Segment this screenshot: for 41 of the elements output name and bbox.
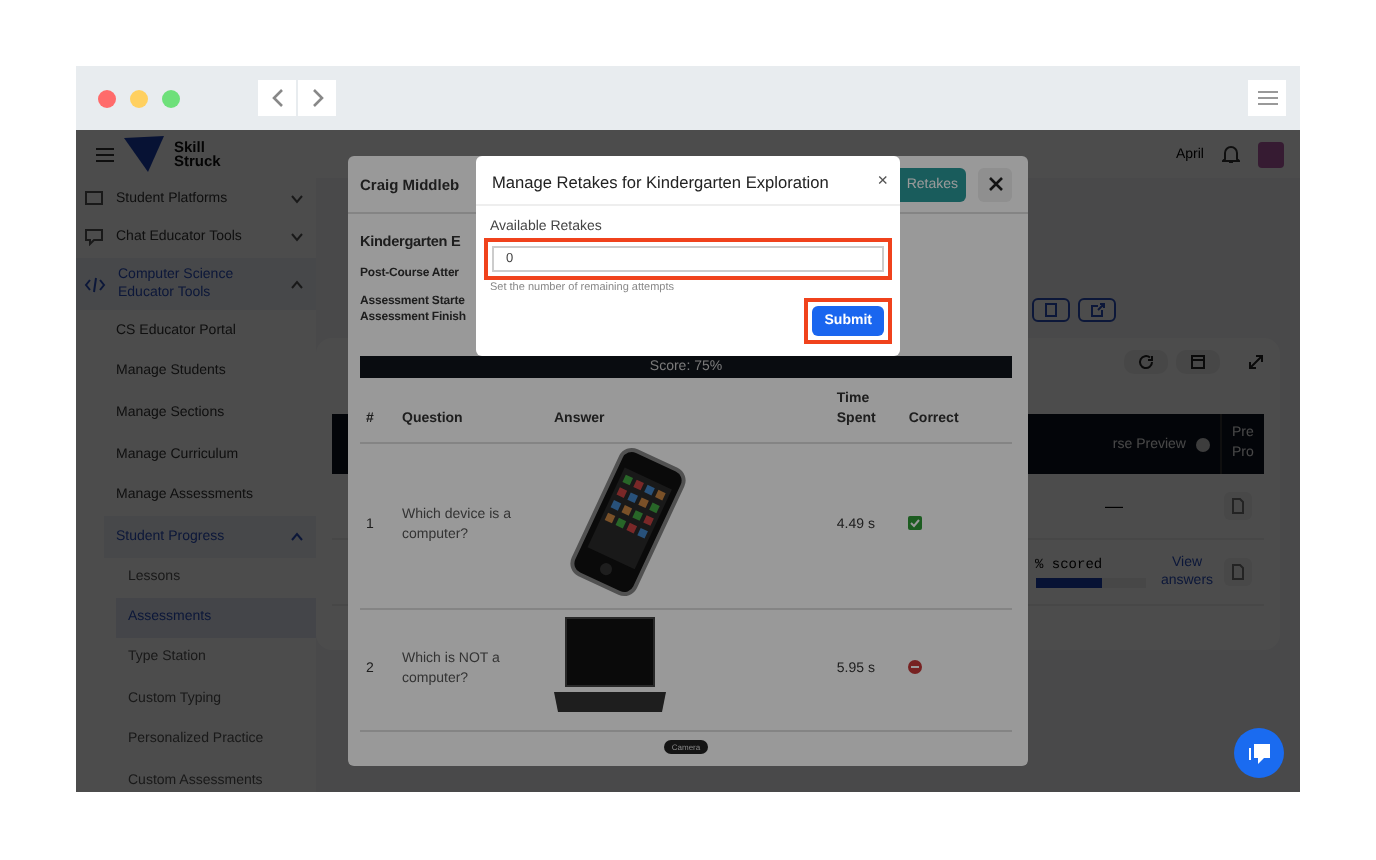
file-button[interactable]: [1224, 492, 1252, 520]
expand-icon[interactable]: [1248, 354, 1264, 370]
chevron-icon: [290, 232, 304, 242]
forward-button[interactable]: [298, 80, 336, 116]
avatar-icon[interactable]: [1258, 141, 1284, 167]
file-icon: [1232, 498, 1244, 514]
chevron-icon: [290, 194, 304, 204]
close-button[interactable]: [978, 167, 1012, 201]
clipboard-button[interactable]: [1032, 298, 1070, 322]
chevron-icon: [290, 279, 304, 289]
bell-icon[interactable]: [1222, 144, 1240, 164]
back-button[interactable]: [258, 80, 296, 116]
progress-bar: [1035, 577, 1145, 587]
table-cell: —: [1105, 496, 1123, 516]
chat-icon: [1247, 741, 1271, 765]
menu-icon: [1257, 90, 1277, 106]
close-dot-icon[interactable]: [98, 89, 116, 107]
chevron-right-icon: [309, 88, 325, 108]
close-button[interactable]: ×: [877, 172, 888, 188]
refresh-icon: [1138, 354, 1154, 370]
chevron-left-icon: [269, 88, 285, 108]
minimize-dot-icon[interactable]: [130, 89, 148, 107]
external-link-button[interactable]: [1078, 298, 1116, 322]
chevron-icon: [290, 531, 304, 542]
table-icon: [1190, 354, 1206, 370]
clipboard-icon: [1044, 302, 1058, 318]
code-icon: [84, 275, 106, 293]
close-icon: [987, 176, 1003, 192]
monitor-icon: [84, 190, 104, 208]
menu-icon[interactable]: [96, 147, 114, 161]
file-button[interactable]: [1224, 558, 1252, 586]
external-link-icon: [1089, 302, 1105, 318]
refresh-button[interactable]: [1124, 350, 1168, 374]
dialog-title: Manage Retakes for Kindergarten Exploration: [492, 172, 829, 192]
file-icon: [1232, 564, 1244, 580]
columns-button[interactable]: [1176, 350, 1220, 374]
maximize-dot-icon[interactable]: [162, 89, 180, 107]
logo-icon: [124, 136, 164, 172]
settings-button[interactable]: [1248, 80, 1286, 116]
chat-icon: [84, 228, 104, 246]
laptop-drawing: [554, 616, 666, 716]
